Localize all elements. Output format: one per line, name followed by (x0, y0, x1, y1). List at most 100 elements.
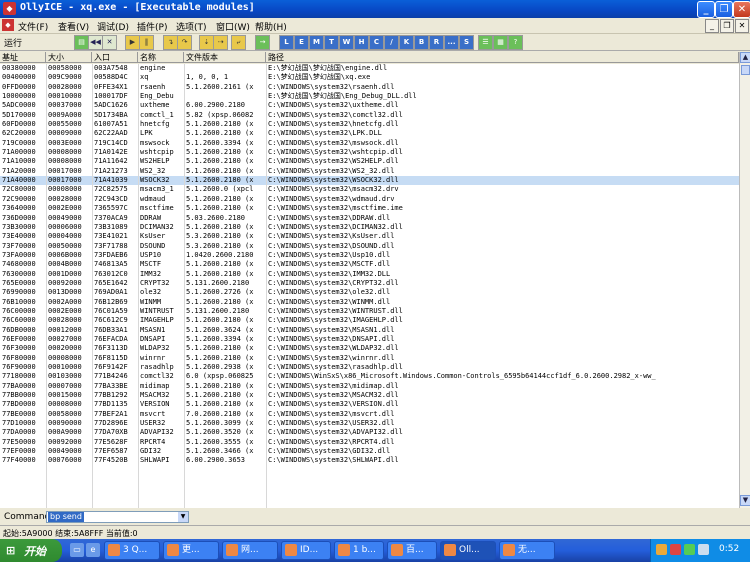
open-icon[interactable]: ▤ (74, 35, 89, 50)
tray-icon[interactable] (684, 544, 695, 555)
menu-plugins[interactable]: 插件(P) (137, 20, 167, 33)
table-row[interactable]: 76DB0000 00012000 76DB33A1 MSASN1 5.1.2600.3… (0, 326, 739, 335)
taskbar-button[interactable]: 无... (499, 541, 555, 560)
patches-window-button[interactable]: / (384, 35, 399, 50)
table-row[interactable]: 77F40000 00076000 77F4520B SHLWAPI 6.00.2900… (0, 456, 739, 465)
start-button[interactable]: ⊞ 开始 (0, 539, 62, 562)
table-row[interactable]: 73B30000 00006000 73B31089 DCIMAN32 5.1.2600… (0, 223, 739, 232)
debugging-options-icon[interactable]: ▦ (493, 35, 508, 50)
step-over-icon[interactable]: ↷ (177, 35, 192, 50)
mdi-close-button[interactable]: ✕ (735, 19, 749, 33)
restart-icon[interactable]: ◀◀ (88, 35, 103, 50)
execute-till-return-icon[interactable]: ⤶ (231, 35, 246, 50)
table-row[interactable]: 74680000 0004B000 746813A5 MSCTF 5.1.2600.21… (0, 260, 739, 269)
table-row[interactable]: 73E40000 00004000 73E41021 KsUser 5.3.2600.2… (0, 232, 739, 241)
table-row[interactable]: 765E0000 00092000 765E1642 CRYPT32 5.131.260… (0, 279, 739, 288)
tray-icon[interactable] (656, 544, 667, 555)
mdi-minimize-button[interactable]: _ (705, 19, 719, 33)
table-row[interactable]: 76EF0000 00027000 76EFACDA DNSAPI 5.1.2600.3… (0, 335, 739, 344)
table-row[interactable]: 77BB0000 00015000 77BB1292 MSACM32 5.1.2600.… (0, 391, 739, 400)
table-row[interactable]: 72C90000 00028000 72C943CD wdmaud 5.1.2600.2… (0, 195, 739, 204)
handles-window-button[interactable]: H (354, 35, 369, 50)
table-row[interactable]: 71A20000 00017000 71A21273 WS2_32 5.1.2600.2… (0, 167, 739, 176)
modules-table[interactable]: 00380000 00058000 003A7548 engine E:\梦幻战国\梦幻… (0, 64, 739, 508)
table-row[interactable]: 736D0000 00049000 7370ACA9 DDRAW 5.03.2600.2… (0, 214, 739, 223)
mdi-restore-button[interactable]: ❐ (720, 19, 734, 33)
menu-options[interactable]: 选项(T) (176, 20, 207, 33)
table-row[interactable]: 72C80000 00008000 72C82575 msacm3_1 5.1.2600… (0, 185, 739, 194)
browser-quicklaunch-icon[interactable]: e (86, 543, 100, 557)
table-row[interactable]: 73F70000 00050000 73F71788 DSOUND 5.3.2600.2… (0, 242, 739, 251)
table-row-selected[interactable]: 71A40000 00017000 71A41039 WSOCK32 5.1.2600.… (0, 176, 739, 186)
trace-over-icon[interactable]: ⇢ (213, 35, 228, 50)
close-button[interactable]: ✕ (733, 1, 750, 18)
taskbar-button-ollyice[interactable]: Oll... (440, 541, 496, 560)
tray-icon[interactable] (670, 544, 681, 555)
table-row[interactable]: 76300000 0001D000 763012C0 IMM32 5.1.2600.21… (0, 270, 739, 279)
memory-window-button[interactable]: M (309, 35, 324, 50)
trace-into-icon[interactable]: ⇣ (199, 35, 214, 50)
menu-debug[interactable]: 调试(D) (97, 20, 129, 33)
call-stack-window-button[interactable]: K (399, 35, 414, 50)
command-input[interactable]: bp send ▼ (46, 511, 189, 523)
step-into-icon[interactable]: ↴ (163, 35, 178, 50)
table-row[interactable]: 73FA0000 0006B000 73FDAEB6 USP10 1.0420.2600… (0, 251, 739, 260)
vertical-scrollbar[interactable]: ▲ ▼ (739, 52, 750, 508)
volume-icon[interactable] (698, 544, 709, 555)
table-row[interactable]: 76990000 0013D000 769AD0A1 ole32 5.1.2600.27… (0, 288, 739, 297)
table-row[interactable]: 77BD0000 00008000 77BD1135 VERSION 5.1.2600.… (0, 400, 739, 409)
column-header-path[interactable]: 路径 (266, 52, 739, 63)
scroll-up-arrow-icon[interactable]: ▲ (740, 52, 750, 63)
table-row[interactable]: 77D10000 00090000 77D2896E USER32 5.1.2600.3… (0, 419, 739, 428)
table-row[interactable]: 00400000 009C9000 00588D4C xq 1, 0, 0, 1 E:\梦… (0, 73, 739, 82)
table-row[interactable]: 73640000 0002E000 7365597C msctfime 5.1.2600… (0, 204, 739, 213)
table-row[interactable]: 77DA0000 000A9000 77DA70XB ADVAPI32 5.1.2600… (0, 428, 739, 437)
table-row[interactable]: 76C60000 00028000 76C612C9 IMAGEHLP 5.1.2600… (0, 316, 739, 325)
scroll-down-arrow-icon[interactable]: ▼ (740, 495, 750, 506)
menu-help[interactable]: 帮助(H) (255, 20, 287, 33)
appearance-icon[interactable]: ☰ (478, 35, 493, 50)
column-header-file-version[interactable]: 文件版本 (184, 52, 266, 63)
taskbar-button[interactable]: 网... (222, 541, 278, 560)
table-row[interactable]: 10000000 00010000 100017DF Eng_Debu E:\梦幻战国\… (0, 92, 739, 101)
windows-window-button[interactable]: W (339, 35, 354, 50)
references-window-button[interactable]: R (429, 35, 444, 50)
table-row[interactable]: 5D170000 0009A000 5D1734BA comctl_1 5.82 (xp… (0, 111, 739, 120)
close-process-icon[interactable]: ✕ (102, 35, 117, 50)
source-window-button[interactable]: S (459, 35, 474, 50)
command-value[interactable]: bp send (48, 512, 84, 522)
taskbar-button[interactable]: 百... (387, 541, 437, 560)
taskbar-button[interactable]: 3 Q... (104, 541, 160, 560)
help-icon[interactable]: ? (508, 35, 523, 50)
table-row[interactable]: 76F80000 00008000 76F8115D winrnr 5.1.2600.2… (0, 354, 739, 363)
pause-icon[interactable]: ‖ (139, 35, 154, 50)
taskbar-button[interactable]: 更... (163, 541, 219, 560)
minimize-button[interactable]: _ (697, 1, 715, 18)
table-row[interactable]: 76B10000 0002A000 76B12B69 WINMM 5.1.2600.21… (0, 298, 739, 307)
mdi-child-icon[interactable]: ◆ (2, 19, 14, 31)
table-row[interactable]: 00380000 00058000 003A7548 engine E:\梦幻战国\梦幻… (0, 64, 739, 73)
table-row[interactable]: 77E50000 00092000 77E5628F RPCRT4 5.1.2600.3… (0, 438, 739, 447)
run-icon[interactable]: ▶ (125, 35, 140, 50)
table-row[interactable]: 76F90000 00010000 76F9142F rasadhlp 5.1.2600… (0, 363, 739, 372)
table-row[interactable]: 60FD0000 00055000 61007A51 hnetcfg 5.1.2600.… (0, 120, 739, 129)
column-header-entry[interactable]: 入口 (92, 52, 138, 63)
table-row[interactable]: 719C0000 0003E000 719C14CD mswsock 5.1.2600.… (0, 139, 739, 148)
table-row[interactable]: 77BA0000 00007000 77BA33BE midimap 5.1.2600.… (0, 382, 739, 391)
show-desktop-icon[interactable]: ▭ (70, 543, 84, 557)
cpu-window-button[interactable]: C (369, 35, 384, 50)
table-row[interactable]: 76C00000 0002E000 76C01A59 WINTRUST 5.131.26… (0, 307, 739, 316)
table-row[interactable]: 0FFD0000 00028000 0FFE34X1 rsaenh 5.1.2600.2… (0, 83, 739, 92)
menu-file[interactable]: 文件(F) (18, 20, 48, 33)
title-bar[interactable]: ◆ OllyICE - xq.exe - [Executable modules… (0, 0, 750, 18)
log-window-button[interactable]: L (279, 35, 294, 50)
menu-window[interactable]: 窗口(W) (216, 20, 250, 33)
table-row[interactable]: 71A10000 00008000 71A11642 WS2HELP 5.1.2600.… (0, 157, 739, 166)
table-row[interactable]: 76F30000 00020000 76F3113D WLDAP32 5.1.2600.… (0, 344, 739, 353)
table-row[interactable]: 5ADC0000 00037000 5ADC1626 uxtheme 6.00.2900… (0, 101, 739, 110)
taskbar-button[interactable]: ID... (281, 541, 331, 560)
table-row[interactable]: 62C20000 00009000 62C22AAD LPK 5.1.2600.2180… (0, 129, 739, 138)
restore-button[interactable]: ❐ (715, 1, 733, 18)
taskbar-button[interactable]: 1 b... (334, 541, 384, 560)
threads-window-button[interactable]: T (324, 35, 339, 50)
